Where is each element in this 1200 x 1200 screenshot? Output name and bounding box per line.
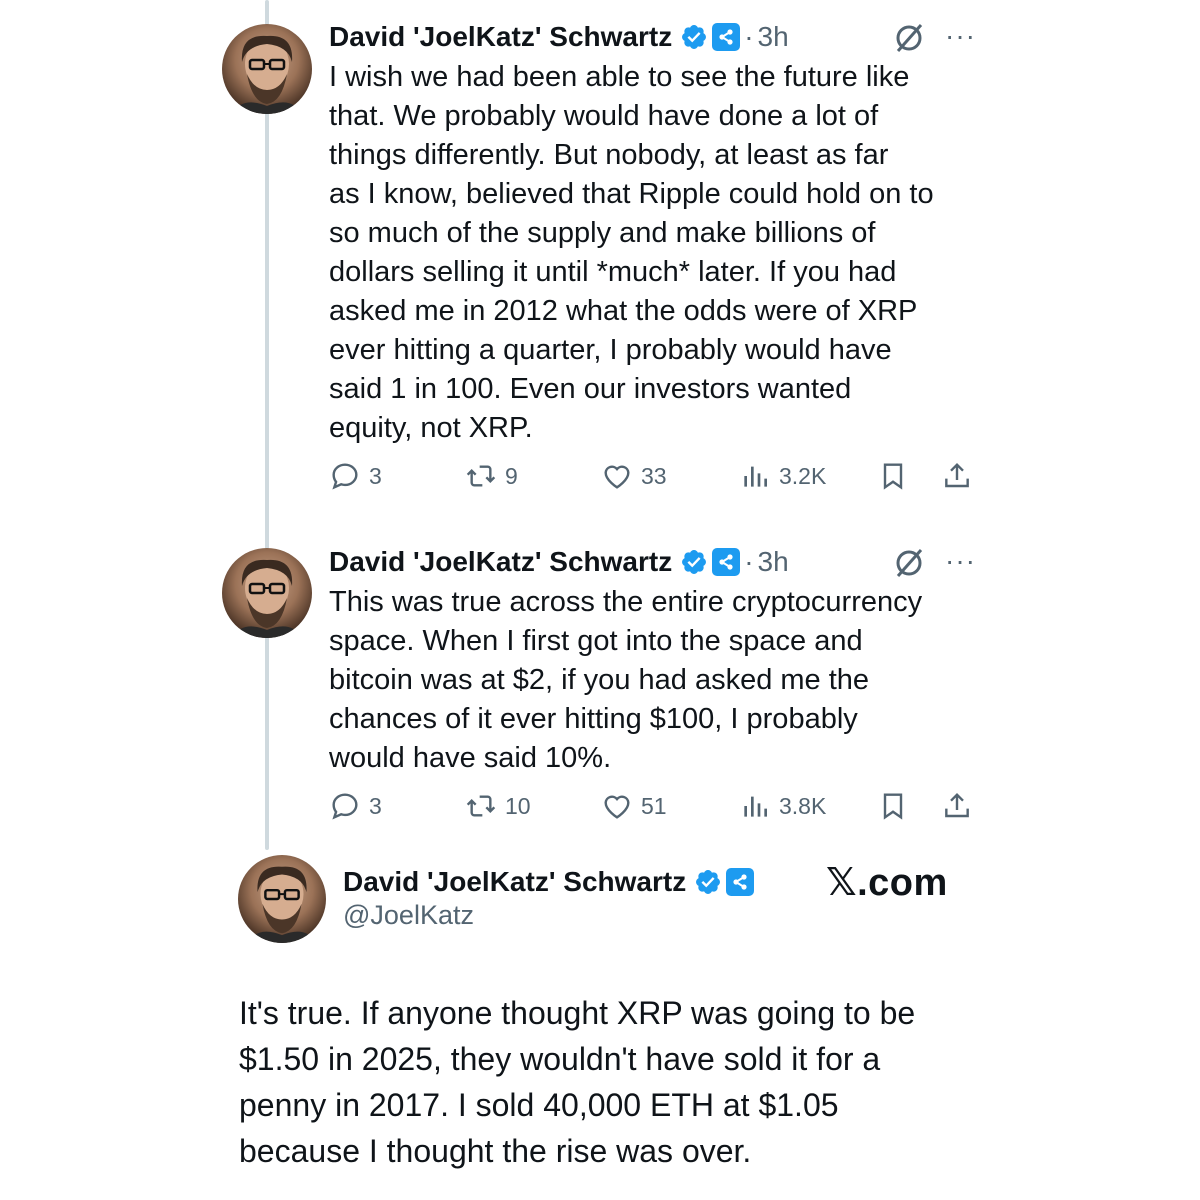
views-icon: [744, 796, 767, 817]
x-logo: 𝕏.com: [826, 862, 948, 904]
like-count: 51: [641, 792, 667, 819]
verified-badge-icon: [682, 550, 707, 574]
tweet-text: I wish we had been able to see the futur…: [329, 61, 934, 444]
repost-count: 9: [505, 462, 518, 489]
avatar[interactable]: [222, 24, 312, 114]
author-name[interactable]: David 'JoelKatz' Schwartz: [329, 21, 672, 53]
views-button[interactable]: 3.8K: [739, 790, 826, 822]
repost-button[interactable]: 10: [465, 790, 531, 822]
post-header: David 'JoelKatz' Schwartz: [343, 862, 755, 902]
like-button[interactable]: 33: [601, 460, 667, 492]
separator-dot: ·: [744, 546, 754, 577]
bookmark-button[interactable]: [877, 460, 917, 492]
repost-icon: [466, 795, 496, 817]
post-text: It's true. If anyone thought XRP was goi…: [239, 995, 916, 1169]
author-name[interactable]: David 'JoelKatz' Schwartz: [343, 866, 686, 898]
avatar[interactable]: [238, 855, 326, 943]
author-name[interactable]: David 'JoelKatz' Schwartz: [329, 546, 672, 578]
ripple-affiliate-icon[interactable]: [712, 23, 741, 51]
views-icon: [744, 466, 767, 487]
verified-badge-icon: [696, 870, 721, 894]
more-icon[interactable]: ···: [945, 547, 976, 575]
tweet-actions: 3 10 51 3.8K: [329, 790, 989, 830]
bookmark-icon: [883, 793, 903, 820]
like-button[interactable]: 51: [601, 790, 667, 822]
share-icon: [945, 792, 969, 818]
tweet-text: This was true across the entire cryptocu…: [329, 586, 923, 774]
view-count: 3.8K: [779, 792, 827, 819]
grok-icon[interactable]: [892, 546, 926, 580]
reply-button[interactable]: 3: [329, 460, 382, 492]
more-icon[interactable]: ···: [945, 22, 976, 50]
repost-count: 10: [505, 792, 531, 819]
verified-badge-icon: [682, 25, 707, 49]
ripple-affiliate-icon[interactable]: [726, 868, 755, 896]
bookmark-button[interactable]: [877, 790, 917, 822]
timestamp[interactable]: 3h: [758, 21, 789, 53]
ripple-affiliate-icon[interactable]: [712, 548, 741, 576]
reply-icon: [332, 793, 358, 820]
grok-icon[interactable]: [892, 21, 926, 55]
tweet-actions: 3 9 33 3.2K: [329, 460, 989, 500]
tweet-header: David 'JoelKatz' Schwartz · 3h: [329, 542, 789, 582]
reply-icon: [332, 463, 358, 490]
like-icon: [604, 465, 630, 489]
separator-dot: ·: [744, 21, 754, 52]
reply-count: 3: [369, 792, 382, 819]
views-button[interactable]: 3.2K: [739, 460, 826, 492]
share-icon: [945, 462, 969, 488]
reply-count: 3: [369, 462, 382, 489]
view-count: 3.2K: [779, 462, 827, 489]
repost-icon: [466, 465, 496, 487]
avatar[interactable]: [222, 548, 312, 638]
timestamp[interactable]: 3h: [758, 546, 789, 578]
repost-button[interactable]: 9: [465, 460, 518, 492]
reply-button[interactable]: 3: [329, 790, 382, 822]
tweet-header: David 'JoelKatz' Schwartz · 3h: [329, 17, 789, 57]
like-count: 33: [641, 462, 667, 489]
thread-line: [265, 0, 269, 850]
bookmark-icon: [883, 463, 903, 490]
author-handle[interactable]: @JoelKatz: [343, 900, 474, 931]
like-icon: [604, 795, 630, 819]
share-button[interactable]: [941, 790, 981, 822]
share-button[interactable]: [941, 460, 981, 492]
